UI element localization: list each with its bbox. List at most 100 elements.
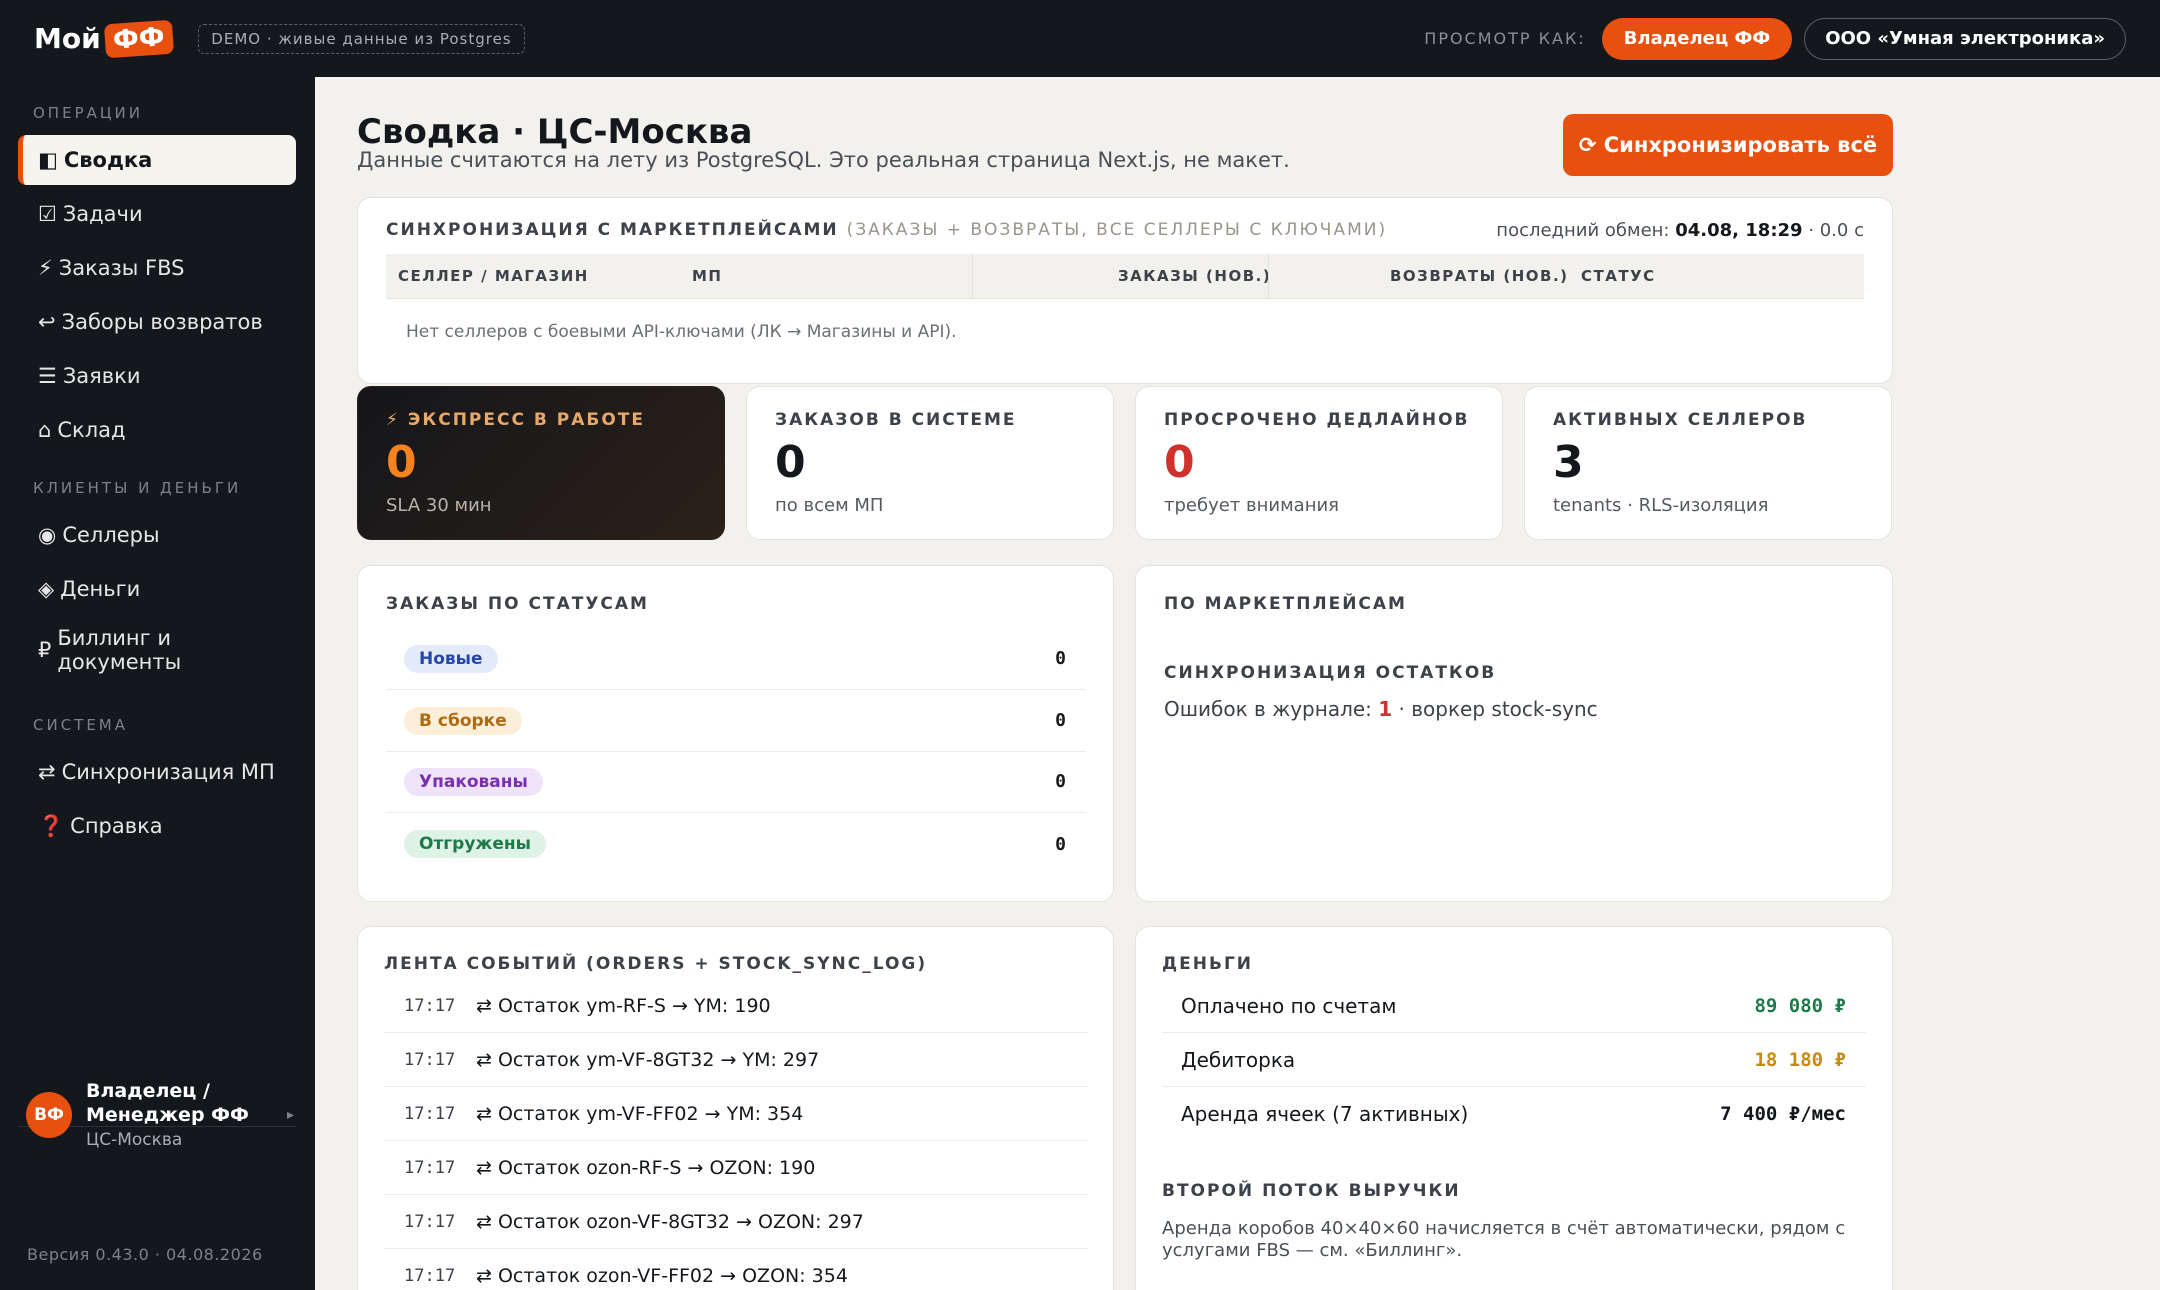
event-row[interactable]: 17:17 ⇄ Остаток ym-VF-FF02 → YM: 354 — [384, 1087, 1088, 1141]
column-header: ЗАКАЗЫ (НОВ.) — [1118, 267, 1272, 285]
event-text: ⇄ Остаток ym-RF-S → YM: 190 — [476, 994, 771, 1017]
status-row[interactable]: Новые 0 — [386, 628, 1086, 690]
diamond-icon: ◈ — [38, 577, 55, 601]
sidebar-item-mp-sync[interactable]: ⇄ Синхронизация МП — [18, 747, 296, 797]
events-feed-card: ЛЕНТА СОБЫТИЙ (ORDERS + STOCK_SYNC_LOG) … — [357, 926, 1114, 1290]
money-label: Оплачено по счетам — [1181, 993, 1397, 1018]
money-value: 18 180 ₽ — [1754, 1048, 1846, 1071]
status-row[interactable]: Отгружены 0 — [386, 813, 1086, 875]
stat-label: ПРОСРОЧЕНО ДЕДЛАЙНОВ — [1164, 410, 1470, 430]
status-badge: В сборке — [404, 706, 522, 735]
event-row[interactable]: 17:17 ⇄ Остаток ozon-VF-FF02 → OZON: 354 — [384, 1249, 1088, 1290]
divider — [386, 298, 1864, 299]
event-text: ⇄ Остаток ym-VF-FF02 → YM: 354 — [476, 1102, 804, 1125]
sync-icon: ⇄ — [38, 760, 56, 784]
event-time: 17:17 — [404, 1211, 456, 1232]
column-header: СЕЛЛЕР / МАГАЗИН — [398, 267, 589, 285]
sidebar-item-warehouse[interactable]: ⌂ Склад — [18, 405, 296, 455]
column-header: СТАТУС — [1581, 267, 1656, 285]
sidebar-item-sellers[interactable]: ◉ Селлеры — [18, 510, 296, 560]
stat-value: 0 — [386, 437, 417, 488]
money-card: ДЕНЬГИ Оплачено по счетам 89 080 ₽ Дебито… — [1135, 926, 1893, 1290]
demo-badge: DEMO · живые данные из Postgres — [198, 23, 525, 54]
sidebar-item-tasks[interactable]: ☑ Задачи — [18, 189, 296, 239]
event-row[interactable]: 17:17 ⇄ Остаток ym-RF-S → YM: 190 — [384, 979, 1088, 1033]
orders-by-status-card: ЗАКАЗЫ ПО СТАТУСАМ Новые 0 В сборке 0 Уп… — [357, 565, 1114, 902]
event-time: 17:17 — [404, 1265, 456, 1286]
status-count: 0 — [1055, 771, 1066, 792]
sidebar-item-label: Заборы возвратов — [61, 310, 263, 334]
status-badge: Отгружены — [404, 830, 547, 858]
money-label: Дебиторка — [1181, 1047, 1296, 1072]
user-name: Владелец / Менеджер ФФ — [86, 1080, 249, 1126]
sync-title-note: (ЗАКАЗЫ + ВОЗВРАТЫ, ВСЕ СЕЛЛЕРЫ С КЛЮЧАМ… — [846, 220, 1388, 240]
sidebar-item-label: Заявки — [62, 364, 141, 388]
house-icon: ⌂ — [38, 418, 52, 442]
status-row[interactable]: В сборке 0 — [386, 690, 1086, 752]
stat-orders[interactable]: ЗАКАЗОВ В СИСТЕМЕ 0 по всем МП — [746, 386, 1114, 540]
sidebar-item-money[interactable]: ◈ Деньги — [18, 564, 296, 614]
column-header: МП — [692, 267, 723, 285]
card-title: ЛЕНТА СОБЫТИЙ (ORDERS + STOCK_SYNC_LOG) — [384, 954, 928, 974]
app-version: Версия 0.43.0 · 04.08.2026 — [27, 1245, 263, 1264]
event-row[interactable]: 17:17 ⇄ Остаток ozon-RF-S → OZON: 190 — [384, 1141, 1088, 1195]
stat-value: 3 — [1553, 437, 1584, 488]
stat-overdue[interactable]: ПРОСРОЧЕНО ДЕДЛАЙНОВ 0 требует внимания — [1135, 386, 1503, 540]
tenant-button[interactable]: ООО «Умная электроника» — [1804, 17, 2126, 60]
card-title: ДЕНЬГИ — [1162, 954, 1253, 974]
top-bar: Мой ФФ DEMO · живые данные из Postgres ПР… — [0, 0, 2160, 77]
errors-label: Ошибок в журнале: — [1164, 697, 1372, 721]
sidebar-item-label: Справка — [70, 814, 163, 838]
event-row[interactable]: 17:17 ⇄ Остаток ym-VF-8GT32 → YM: 297 — [384, 1033, 1088, 1087]
status-row[interactable]: Упакованы 0 — [386, 751, 1086, 813]
stock-sync-errors: Ошибок в журнале: 1 · воркер stock-sync — [1164, 697, 1598, 721]
page-subtitle: Данные считаются на лету из PostgreSQL. … — [357, 148, 1290, 172]
last-exchange-time: 04.08, 18:29 — [1675, 220, 1803, 241]
marketplaces-card: ПО МАРКЕТПЛЕЙСАМ СИНХРОНИЗАЦИЯ ОСТАТКОВ … — [1135, 565, 1893, 902]
circle-icon: ◉ — [38, 523, 57, 547]
errors-count[interactable]: 1 — [1378, 697, 1392, 721]
sidebar-item-fbs-orders[interactable]: ⚡ Заказы FBS — [18, 243, 296, 293]
sidebar-item-help[interactable]: ❓ Справка — [18, 801, 296, 851]
event-text: ⇄ Остаток ym-VF-8GT32 → YM: 297 — [476, 1048, 820, 1071]
event-time: 17:17 — [404, 995, 456, 1016]
summary-icon: ◧ — [38, 148, 58, 172]
app-logo[interactable]: Мой ФФ — [34, 19, 174, 58]
caret-right-icon: ▸ — [286, 1106, 294, 1123]
money-row[interactable]: Дебиторка 18 180 ₽ — [1162, 1033, 1866, 1087]
sidebar-section-system: СИСТЕМА — [33, 716, 129, 734]
column-divider — [1268, 254, 1269, 298]
event-text: ⇄ Остаток ozon-VF-FF02 → OZON: 354 — [476, 1264, 848, 1287]
help-icon: ❓ — [38, 813, 65, 838]
money-row[interactable]: Оплачено по счетам 89 080 ₽ — [1162, 979, 1866, 1033]
user-menu[interactable]: ВФ Владелец / Менеджер ФФ ЦС-Москва ▸ — [26, 1080, 294, 1150]
stat-note: требует внимания — [1164, 495, 1339, 516]
sidebar-item-label: Сводка — [63, 148, 153, 172]
stat-note: SLA 30 мин — [386, 495, 492, 516]
event-row[interactable]: 17:17 ⇄ Остаток ozon-VF-8GT32 → OZON: 297 — [384, 1195, 1088, 1249]
event-text: ⇄ Остаток ozon-RF-S → OZON: 190 — [476, 1156, 816, 1179]
user-location: ЦС-Москва — [86, 1129, 183, 1150]
checkbox-icon: ☑ — [38, 202, 57, 226]
sync-title: СИНХРОНИЗАЦИЯ С МАРКЕТПЛЕЙСАМИ — [386, 220, 839, 240]
role-button[interactable]: Владелец ФФ — [1601, 17, 1793, 60]
second-revenue-desc: Аренда коробов 40×40×60 начисляется в сч… — [1162, 1218, 1846, 1261]
card-title: СИНХРОНИЗАЦИЯ С МАРКЕТПЛЕЙСАМИ (ЗАКАЗЫ +… — [386, 220, 1387, 240]
page-title: Сводка · ЦС-Москва — [357, 112, 753, 152]
status-badge: Новые — [404, 644, 498, 673]
sidebar-item-billing[interactable]: ₽ Биллинг и документы — [18, 620, 296, 680]
sidebar-item-returns[interactable]: ↩ Заборы возвратов — [18, 297, 296, 347]
money-row[interactable]: Аренда ячеек (7 активных) 7 400 ₽/мес — [1162, 1087, 1866, 1141]
return-icon: ↩ — [38, 310, 56, 334]
stat-express[interactable]: ⚡ ЭКСПРЕСС В РАБОТЕ 0 SLA 30 мин — [357, 386, 725, 540]
empty-state: Нет селлеров с боевыми API-ключами (ЛК →… — [406, 322, 957, 342]
status-count: 0 — [1055, 710, 1066, 731]
sidebar-item-requests[interactable]: ☰ Заявки — [18, 351, 296, 401]
sidebar-item-label: Синхронизация МП — [61, 760, 275, 784]
sync-all-button[interactable]: ⟳ Синхронизировать всё — [1563, 114, 1893, 176]
sidebar-item-label: Деньги — [60, 577, 141, 601]
money-value: 7 400 ₽/мес — [1720, 1103, 1846, 1125]
stat-sellers[interactable]: АКТИВНЫХ СЕЛЛЕРОВ 3 tenants · RLS-изоляц… — [1524, 386, 1892, 540]
sidebar-item-summary[interactable]: ◧ Сводка — [18, 135, 296, 185]
sidebar-item-label: Склад — [57, 418, 126, 442]
